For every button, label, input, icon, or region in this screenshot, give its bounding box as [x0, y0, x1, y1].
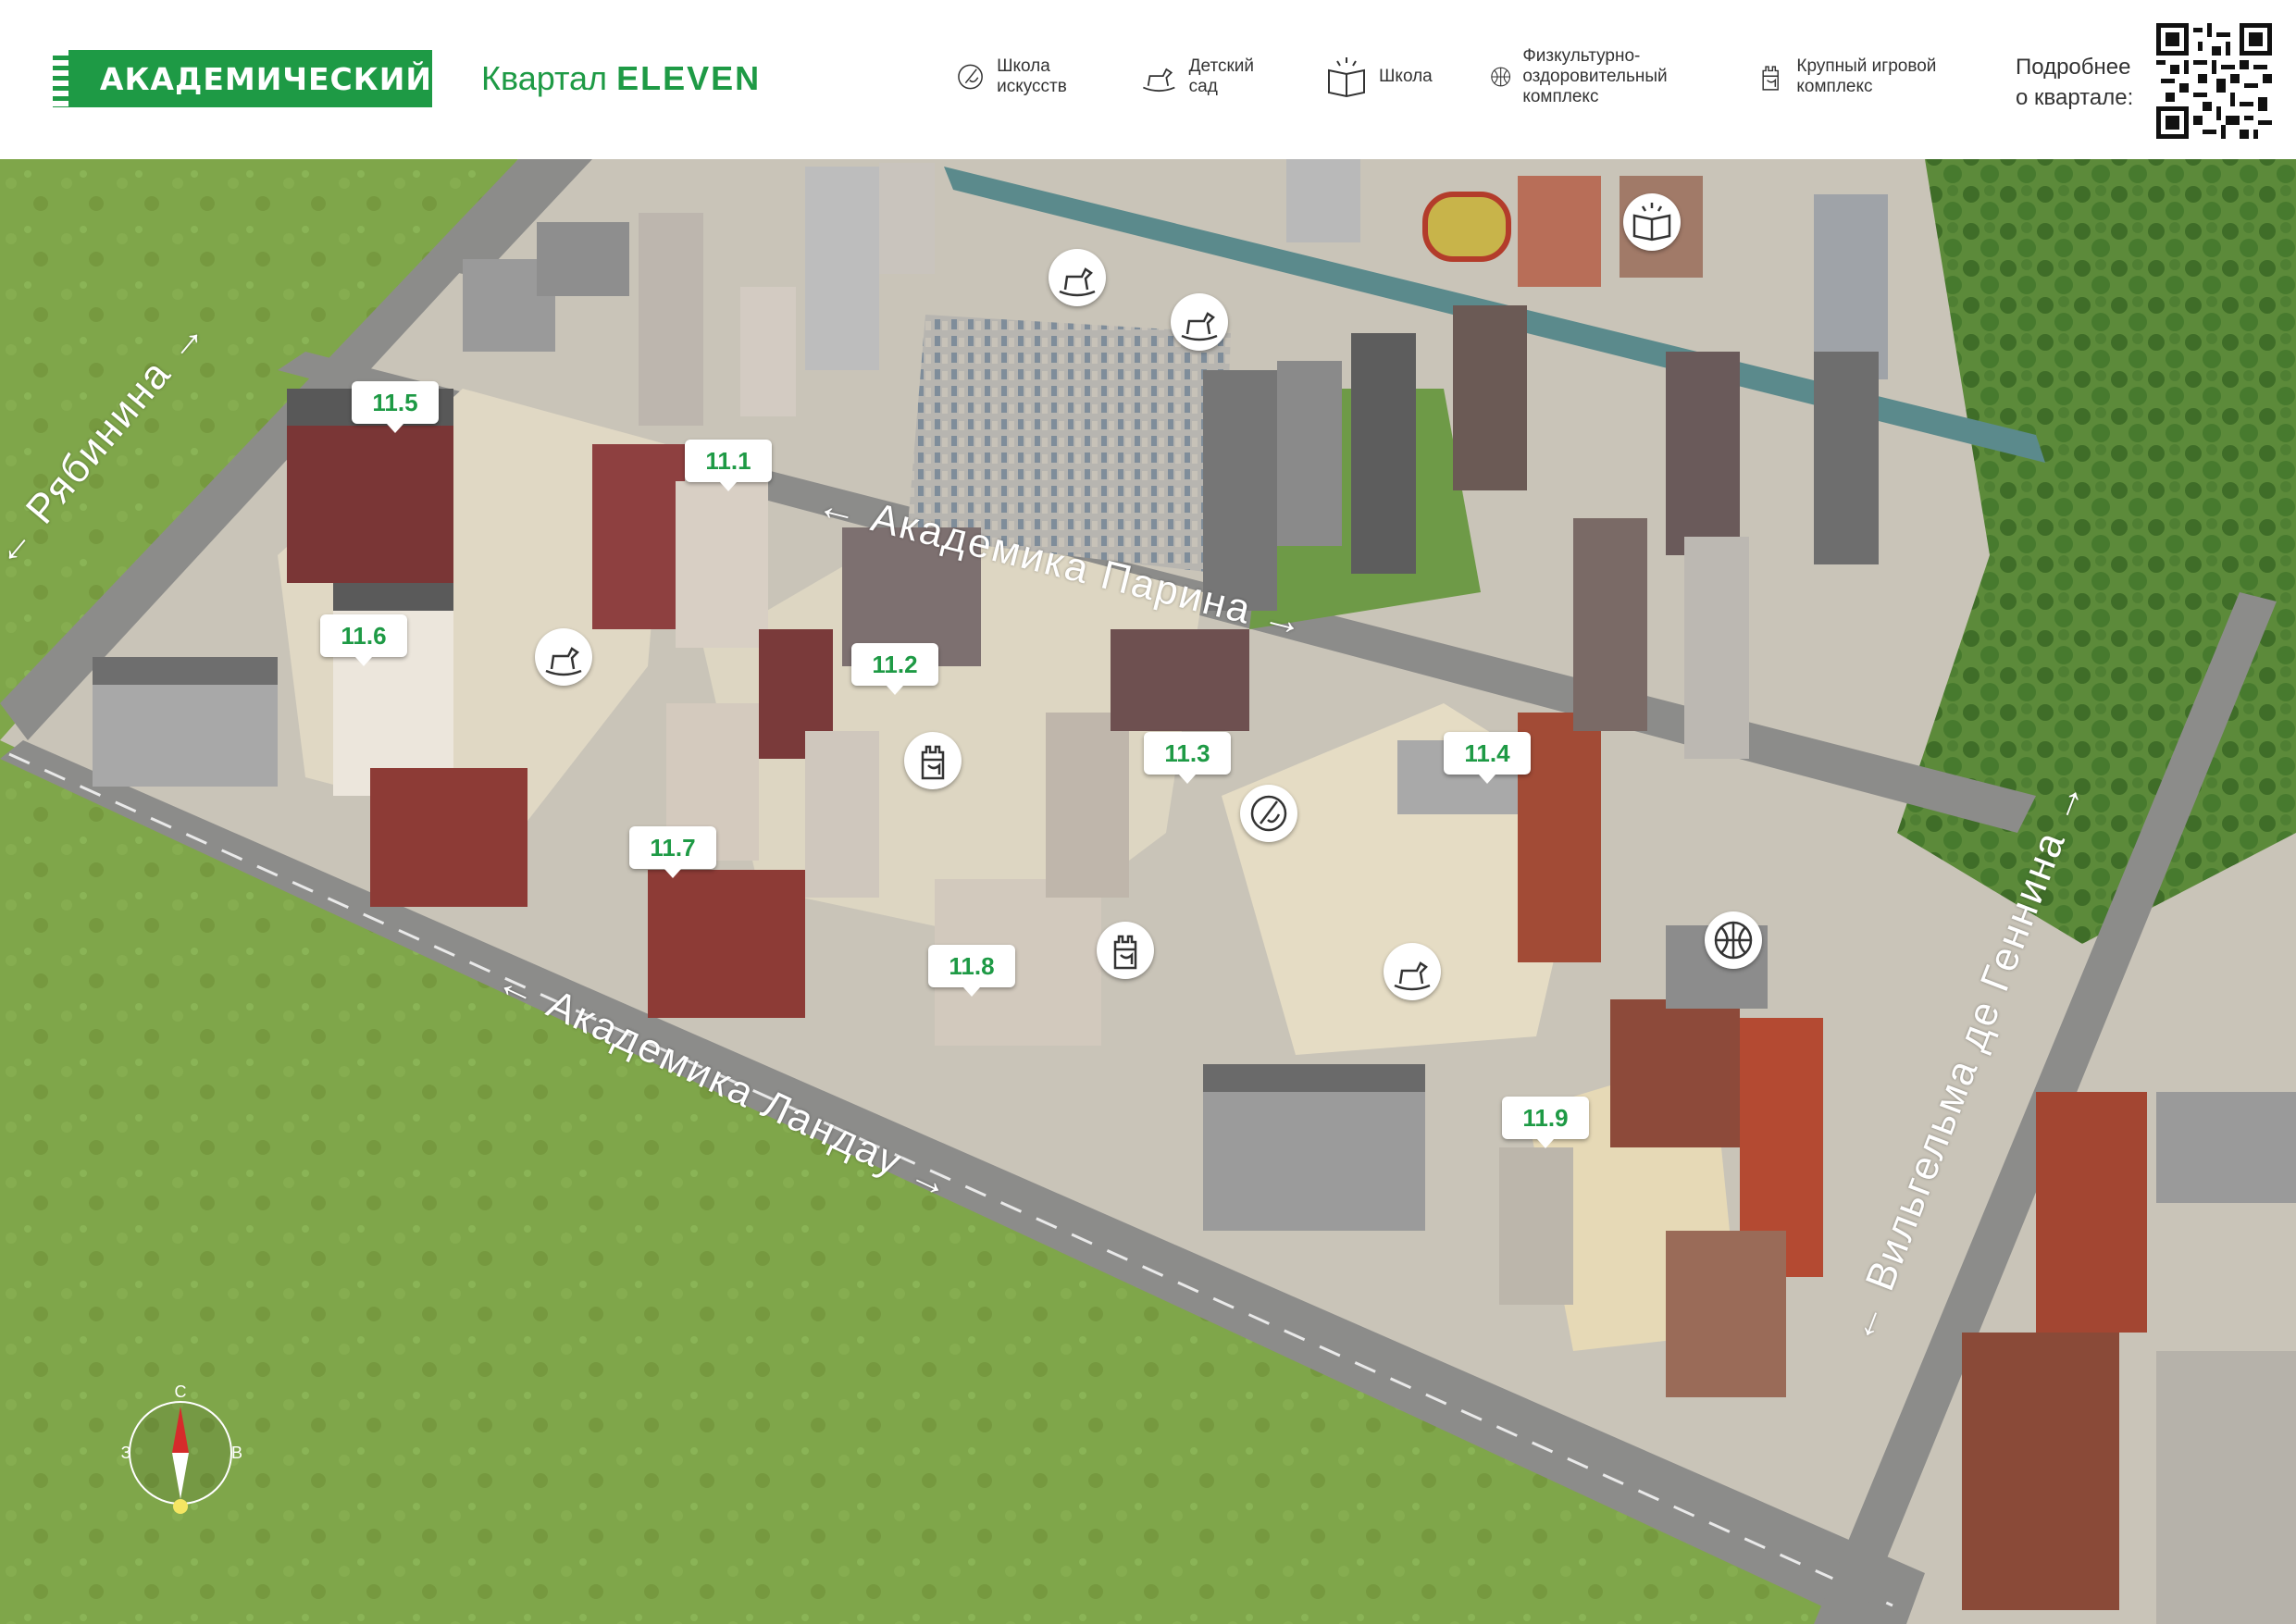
compass-rose: С З В — [121, 1382, 242, 1514]
sun-icon — [173, 1499, 188, 1514]
building-pin-11-2[interactable]: 11.2 — [851, 643, 938, 695]
stadium — [1422, 192, 1511, 262]
more-info-label: Подробнее о квартале: — [2016, 52, 2133, 113]
building-pin-11-5[interactable]: 11.5 — [352, 381, 439, 433]
playground-icon — [921, 745, 945, 780]
sports-complex-icon — [1491, 67, 1511, 87]
compass-east-label: В — [231, 1444, 242, 1462]
compass-west-label: З — [121, 1444, 131, 1462]
quarter-prefix: Квартал — [481, 59, 608, 97]
school-icon — [1632, 203, 1671, 242]
art-school-marker[interactable] — [1240, 785, 1297, 842]
kindergarten-icon — [1181, 312, 1218, 341]
more-line-1: Подробнее — [2016, 55, 2131, 80]
kindergarten-marker-4[interactable] — [1384, 943, 1441, 1000]
district-map — [0, 159, 2296, 1624]
legend-art-school-label: Школа искусств — [997, 56, 1067, 96]
legend-school-label: Школа — [1379, 67, 1433, 86]
art-school-icon — [958, 64, 983, 90]
kindergarten-icon — [1059, 267, 1096, 297]
legend-art-school: Школа искусств — [953, 54, 1092, 100]
playground-marker-2[interactable] — [1097, 922, 1154, 979]
building-pin-11-4[interactable]: 11.4 — [1444, 732, 1531, 784]
building-pin-11-9[interactable]: 11.9 — [1502, 1097, 1589, 1148]
more-line-2: о квартале: — [2016, 85, 2134, 110]
school-marker[interactable] — [1623, 193, 1681, 251]
sports-complex-icon — [1714, 921, 1753, 960]
playground-marker-1[interactable] — [904, 732, 962, 789]
qr-code[interactable] — [2156, 23, 2272, 139]
akademichesky-logo: АКАДЕМИЧЕСКИЙ — [53, 50, 432, 107]
legend-playground-label: Крупный игровой комплекс — [1796, 56, 1937, 96]
legend-sports-complex-label: Физкультурно-оздоровительный комплекс — [1522, 46, 1668, 106]
building-pin-11-1[interactable]: 11.1 — [685, 440, 772, 491]
legend-kindergarten: Детский сад — [1138, 54, 1277, 100]
quarter-name: ELEVEN — [616, 59, 762, 97]
kindergarten-marker-1[interactable] — [1049, 249, 1106, 306]
building-pin-11-8[interactable]: 11.8 — [928, 945, 1015, 997]
building-pin-11-7[interactable]: 11.7 — [629, 826, 716, 878]
legend-sports-complex: Физкультурно-оздоровительный комплекс — [1488, 46, 1710, 107]
kindergarten-icon — [1394, 961, 1431, 991]
building-pin-11-6[interactable]: 11.6 — [320, 614, 407, 666]
logo-stripes-icon — [53, 50, 68, 107]
playground-icon — [1762, 66, 1779, 91]
playground-icon — [1113, 935, 1137, 970]
legend-kindergarten-label: Детский сад — [1188, 56, 1254, 96]
legend-playground: Крупный игровой комплекс — [1754, 54, 1957, 100]
quarter-title: Квартал ELEVEN — [481, 59, 761, 98]
kindergarten-marker-2[interactable] — [1171, 293, 1228, 351]
building-pin-11-3[interactable]: 11.3 — [1144, 732, 1231, 784]
header: АКАДЕМИЧЕСКИЙ Квартал ELEVEN Школа искус… — [0, 0, 2296, 159]
art-school-icon — [1250, 795, 1287, 832]
kindergarten-marker-3[interactable] — [535, 628, 592, 686]
logo-text: АКАДЕМИЧЕСКИЙ — [99, 60, 432, 97]
kindergarten-icon — [1143, 68, 1175, 93]
legend-school: Школа — [1323, 54, 1444, 100]
compass-north-label: С — [175, 1382, 187, 1401]
school-icon — [1328, 57, 1365, 98]
sports-complex-marker[interactable] — [1705, 911, 1762, 969]
kindergarten-icon — [545, 647, 582, 676]
